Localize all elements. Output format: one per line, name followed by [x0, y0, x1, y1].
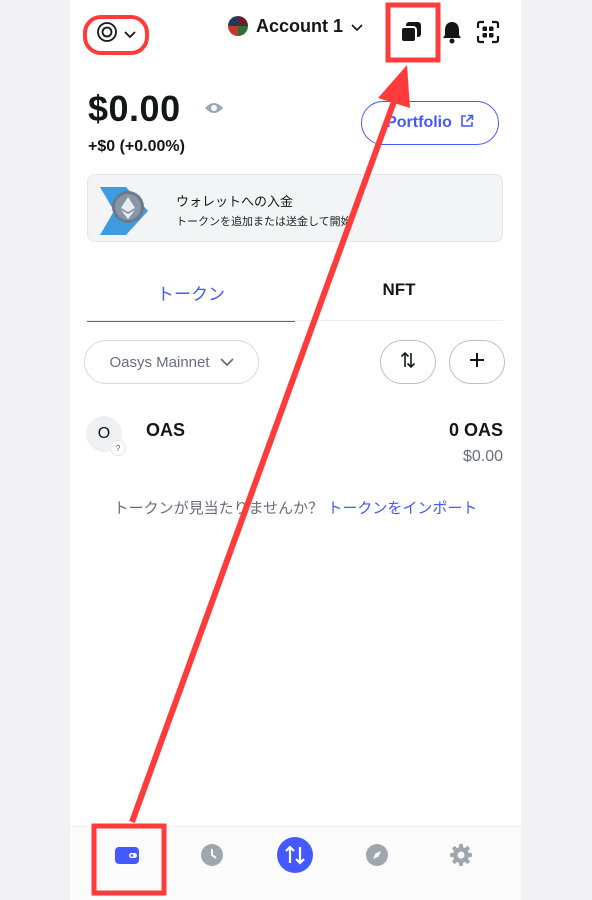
tab-nft[interactable]: NFT: [295, 280, 503, 320]
network-filter-dropdown[interactable]: Oasys Mainnet: [84, 340, 259, 384]
balance-change: +$0 (+0.00%): [88, 138, 185, 155]
scan-grid-icon: [476, 20, 500, 49]
balance-amount: $0.00: [88, 88, 181, 129]
swap-icon: [276, 836, 314, 879]
eye-icon[interactable]: [204, 101, 224, 120]
external-link-icon: [460, 114, 474, 133]
nav-explore[interactable]: [353, 837, 401, 877]
bottom-navigation: [70, 826, 521, 900]
avatar: [228, 16, 248, 36]
add-token-button[interactable]: [449, 340, 505, 384]
scan-button[interactable]: [474, 20, 502, 48]
token-network-badge: ?: [110, 440, 126, 456]
banner-description: トークンを追加または送金して開始: [176, 216, 352, 228]
compass-icon: [365, 843, 389, 872]
notifications-button[interactable]: [440, 20, 464, 48]
copy-stack-icon: [399, 20, 423, 49]
import-prompt: トークンが見当たりませんか？: [113, 500, 324, 517]
chevron-down-icon: [351, 16, 363, 37]
portfolio-label: Portfolio: [386, 114, 452, 131]
chevron-down-icon: [124, 26, 136, 44]
nav-settings[interactable]: [437, 837, 485, 877]
token-row[interactable]: O ? OAS 0 OAS $0.00: [70, 405, 521, 475]
import-tokens-link[interactable]: トークンをインポート: [327, 500, 477, 517]
tab-divider: [87, 320, 503, 321]
token-symbol: OAS: [146, 420, 186, 440]
target-icon: [96, 21, 118, 48]
bell-icon: [442, 20, 462, 49]
copy-stack-button[interactable]: [397, 20, 425, 48]
ethereum-coin-icon: [96, 179, 156, 244]
sort-arrows-icon: [399, 351, 417, 374]
nav-activity[interactable]: [188, 837, 236, 877]
gear-icon: [449, 843, 473, 872]
nav-wallet[interactable]: [103, 837, 151, 877]
deposit-banner[interactable]: ウォレットへの入金 トークンを追加または送金して開始: [87, 174, 503, 242]
token-amount: 0 OAS: [448, 420, 503, 440]
network-selector-button[interactable]: [86, 17, 146, 52]
banner-title: ウォレットへの入金: [176, 194, 294, 209]
sort-button[interactable]: [380, 340, 436, 384]
chevron-down-icon: [219, 354, 234, 371]
tab-tokens[interactable]: トークン: [87, 280, 295, 322]
token-fiat-value: $0.00: [462, 448, 503, 465]
nav-swap[interactable]: [271, 836, 319, 879]
account-name: Account 1: [256, 15, 344, 36]
portfolio-button[interactable]: Portfolio: [361, 101, 499, 145]
plus-icon: [469, 352, 485, 373]
token-icon-letter: O: [97, 425, 111, 442]
wallet-app: Account 1 $0.00 +$0 (+0.00%) Portfolio ウ…: [70, 0, 521, 900]
wallet-icon: [114, 844, 140, 871]
clock-icon: [200, 843, 224, 872]
network-filter-label: Oasys Mainnet: [109, 353, 210, 371]
account-selector[interactable]: Account 1: [228, 14, 363, 38]
import-tokens-row: トークンが見当たりませんか？ トークンをインポート: [70, 497, 521, 518]
